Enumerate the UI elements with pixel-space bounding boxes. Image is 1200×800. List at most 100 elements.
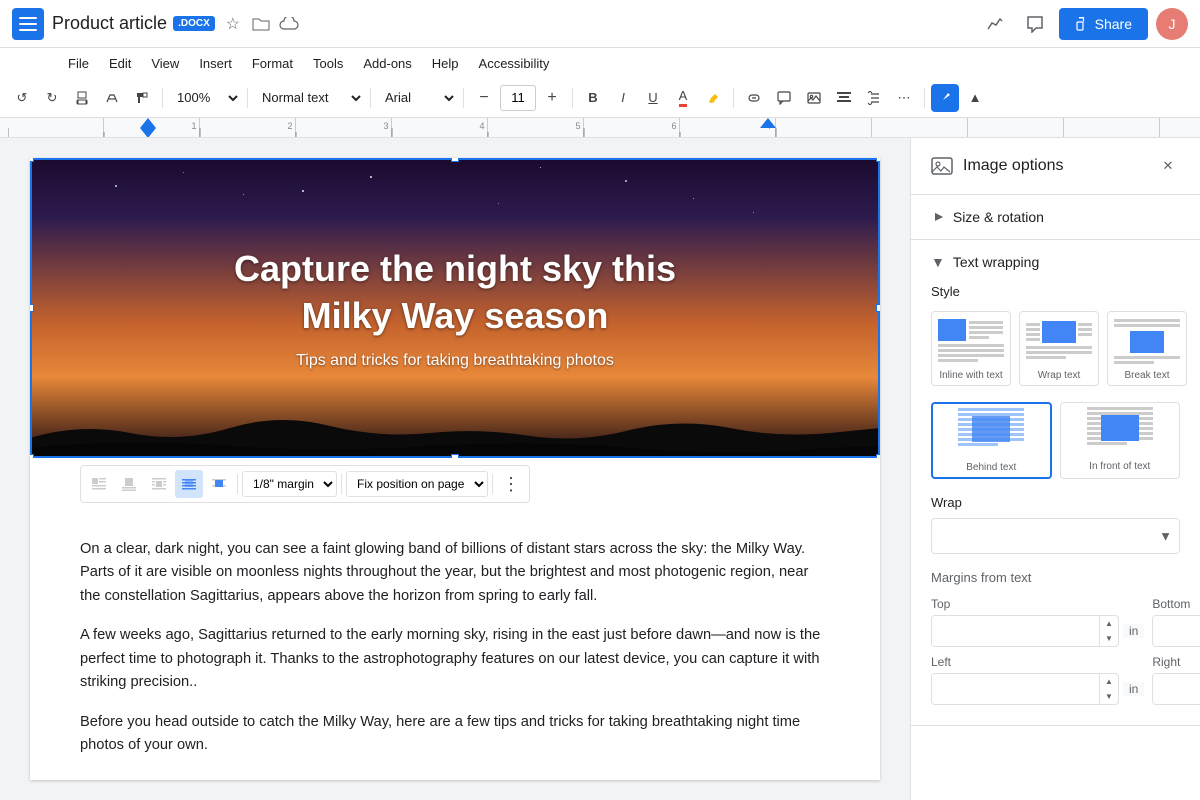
wrap-dropdown[interactable] xyxy=(931,518,1180,554)
file-menu-file[interactable]: File xyxy=(60,52,97,75)
avatar[interactable]: J xyxy=(1156,8,1188,40)
text-color-button[interactable]: A xyxy=(669,84,697,112)
text-wrapping-content: Style xyxy=(911,284,1200,725)
size-rotation-header[interactable]: ▼ Size & rotation xyxy=(911,195,1200,239)
margins-label: Margins from text xyxy=(931,570,1180,585)
position-select[interactable]: Fix position on page xyxy=(346,471,488,497)
panel-close-button[interactable]: ✕ xyxy=(1156,154,1180,178)
size-rotation-section: ▼ Size & rotation xyxy=(911,195,1200,240)
img-wrap-text-button[interactable] xyxy=(145,470,173,498)
underline-button[interactable]: U xyxy=(639,84,667,112)
doc-image-container[interactable]: Capture the night sky thisMilky Way seas… xyxy=(30,158,880,458)
highlight-button[interactable] xyxy=(699,84,727,112)
line-spacing-button[interactable] xyxy=(860,84,888,112)
img-tb-more-button[interactable]: ⋮ xyxy=(497,470,525,498)
comment-button[interactable] xyxy=(770,84,798,112)
margin-top-up[interactable]: ▲ xyxy=(1100,616,1118,631)
style-behind-option[interactable]: Behind text xyxy=(931,402,1052,479)
ruler: 1 2 3 4 5 6 7 xyxy=(0,118,1200,138)
cloud-icon[interactable] xyxy=(279,14,299,34)
file-menu-insert[interactable]: Insert xyxy=(191,52,240,75)
style-wrap-label: Wrap text xyxy=(1038,370,1081,381)
margin-left-input-wrap: ▲ ▼ xyxy=(931,673,1119,705)
analytics-icon[interactable] xyxy=(979,8,1011,40)
margin-top-down[interactable]: ▼ xyxy=(1100,631,1118,646)
margin-right-input[interactable] xyxy=(1153,674,1200,704)
handle-left-mid[interactable] xyxy=(30,304,34,312)
margin-left-input[interactable] xyxy=(932,674,1099,704)
margin-left-down[interactable]: ▼ xyxy=(1100,689,1118,704)
toolbar-divider-5 xyxy=(572,88,573,108)
handle-top-left[interactable] xyxy=(30,158,34,162)
font-size-increase-button[interactable]: + xyxy=(538,84,566,112)
text-wrapping-header[interactable]: ▼ Text wrapping xyxy=(911,240,1200,284)
style-inline-option[interactable]: Inline with text xyxy=(931,311,1011,386)
text-wrapping-section: ▼ Text wrapping Style xyxy=(911,240,1200,726)
handle-top-mid[interactable] xyxy=(451,158,459,162)
undo-button[interactable]: ↺ xyxy=(8,84,36,112)
file-menu-view[interactable]: View xyxy=(143,52,187,75)
file-menu-accessibility[interactable]: Accessibility xyxy=(471,52,558,75)
share-button[interactable]: Share xyxy=(1059,8,1148,40)
main-layout: Capture the night sky thisMilky Way seas… xyxy=(0,138,1200,800)
print-button[interactable] xyxy=(68,84,96,112)
style-infront-option[interactable]: In front of text xyxy=(1060,402,1181,479)
star-icon[interactable]: ☆ xyxy=(223,14,243,34)
file-menu-edit[interactable]: Edit xyxy=(101,52,139,75)
italic-button[interactable]: I xyxy=(609,84,637,112)
margin-top-input[interactable] xyxy=(932,616,1099,646)
pen-button[interactable] xyxy=(931,84,959,112)
margin-top-input-row: ▲ ▼ in xyxy=(931,615,1144,647)
more-options-button[interactable]: ⋯ xyxy=(890,84,918,112)
margin-left-up[interactable]: ▲ xyxy=(1100,674,1118,689)
comments-icon[interactable] xyxy=(1019,8,1051,40)
bold-button[interactable]: B xyxy=(579,84,607,112)
expand-button[interactable]: ▲ xyxy=(961,84,989,112)
style-break-option[interactable]: Break text xyxy=(1107,311,1187,386)
app-menu-icon[interactable] xyxy=(12,8,44,40)
font-size-input[interactable] xyxy=(500,85,536,111)
margin-left-field: Left ▲ ▼ in xyxy=(931,655,1144,705)
folder-icon[interactable] xyxy=(251,14,271,34)
redo-button[interactable]: ↻ xyxy=(38,84,66,112)
doc-title[interactable]: Product article xyxy=(52,13,167,34)
font-size-decrease-button[interactable]: − xyxy=(470,84,498,112)
style-wrap-option[interactable]: Wrap text xyxy=(1019,311,1099,386)
doc-page: Capture the night sky thisMilky Way seas… xyxy=(30,158,880,780)
img-tb-divider-2 xyxy=(341,474,342,494)
style-behind-label: Behind text xyxy=(966,462,1016,473)
doc-text-area: On a clear, dark night, you can see a fa… xyxy=(80,478,830,758)
img-wrap-front-button[interactable] xyxy=(205,470,233,498)
title-icons: ☆ xyxy=(223,14,299,34)
img-wrap-inline-button[interactable] xyxy=(85,470,113,498)
handle-top-right[interactable] xyxy=(876,158,880,162)
file-menu-help[interactable]: Help xyxy=(424,52,467,75)
image-button[interactable] xyxy=(800,84,828,112)
share-label: Share xyxy=(1095,16,1132,32)
margin-left-input-row: ▲ ▼ in xyxy=(931,673,1144,705)
margin-right-label: Right xyxy=(1152,655,1200,669)
handle-right-mid[interactable] xyxy=(876,304,880,312)
img-tb-divider-3 xyxy=(492,474,493,494)
style-infront-label: In front of text xyxy=(1089,461,1150,472)
img-wrap-none-button[interactable] xyxy=(115,470,143,498)
menu-bar-left: Product article .DOCX ☆ xyxy=(12,8,979,40)
align-button[interactable] xyxy=(830,84,858,112)
zoom-select[interactable]: 100% xyxy=(169,85,241,111)
spellcheck-button[interactable] xyxy=(98,84,126,112)
link-button[interactable] xyxy=(740,84,768,112)
handle-bottom-left[interactable] xyxy=(30,454,34,458)
margin-bottom-input[interactable] xyxy=(1153,616,1200,646)
file-menu-tools[interactable]: Tools xyxy=(305,52,351,75)
file-menu-format[interactable]: Format xyxy=(244,52,301,75)
file-menu-addons[interactable]: Add-ons xyxy=(355,52,419,75)
font-select[interactable]: Arial xyxy=(377,85,457,111)
margin-select[interactable]: 1/8" margin xyxy=(242,471,337,497)
wrap-select-container: ▼ xyxy=(931,518,1180,554)
panel-header: Image options ✕ xyxy=(911,138,1200,195)
style-select[interactable]: Normal text xyxy=(254,85,364,111)
handle-bottom-right[interactable] xyxy=(876,454,880,458)
handle-bottom-mid[interactable] xyxy=(451,454,459,458)
paint-format-button[interactable] xyxy=(128,84,156,112)
img-wrap-behind-button[interactable] xyxy=(175,470,203,498)
